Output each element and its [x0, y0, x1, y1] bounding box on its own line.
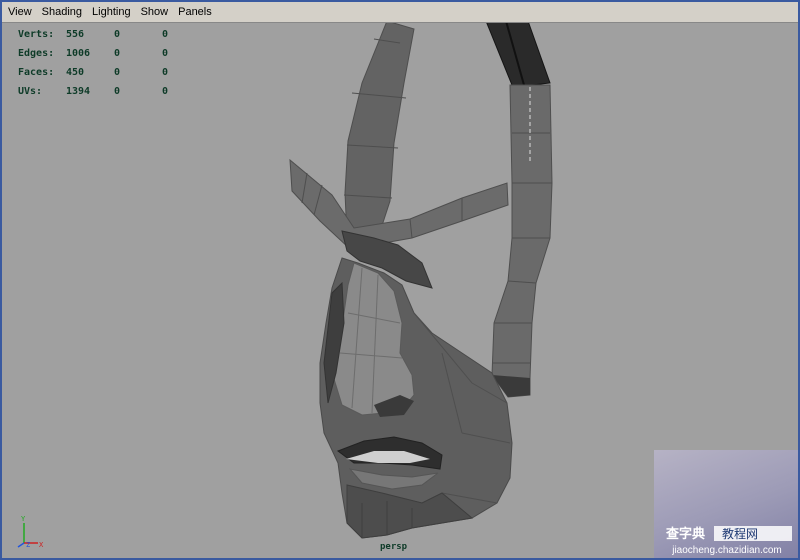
menu-show[interactable]: Show [136, 2, 174, 22]
hud-value: 0 [162, 29, 169, 40]
watermark-logo: 查字典 教程网 [666, 526, 792, 542]
mesh-strip-brow [289, 158, 509, 250]
hud-value: 1394 [66, 86, 91, 97]
hud-value: 0 [114, 67, 121, 78]
mesh-strip-right [491, 84, 553, 398]
menu-shading[interactable]: Shading [37, 2, 87, 22]
mesh-strip-right-top [486, 23, 551, 86]
hud-value: 556 [66, 29, 85, 40]
axis-y-label: Y [21, 515, 26, 523]
hud-row-faces: Faces: 450 0 0 [18, 63, 202, 82]
hud-label: UVs: [18, 86, 43, 97]
hud-value: 450 [66, 67, 85, 78]
hud-value: 0 [114, 29, 121, 40]
mesh-strip-left [344, 23, 415, 242]
camera-name-label: persp [380, 542, 408, 552]
menu-lighting[interactable]: Lighting [87, 2, 136, 22]
menu-view[interactable]: View [2, 2, 37, 22]
hud-label: Faces: [18, 67, 55, 78]
watermark-url: jiaocheng.chazidian.com [672, 545, 782, 556]
poly-count-hud: Verts: 556 0 0 Edges: 1006 0 0 Faces: 45… [18, 25, 202, 101]
svg-text:教程网: 教程网 [722, 526, 758, 541]
panel-menubar: View Shading Lighting Show Panels [2, 2, 798, 23]
hud-row-edges: Edges: 1006 0 0 [18, 44, 202, 63]
hud-row-uvs: UVs: 1394 0 0 [18, 82, 202, 101]
hud-value: 0 [162, 86, 169, 97]
axis-z-label: Z [26, 541, 30, 549]
hud-value: 0 [162, 48, 169, 59]
hud-value: 0 [114, 86, 121, 97]
hud-value: 0 [114, 48, 121, 59]
hud-label: Edges: [18, 48, 55, 59]
view-axis-icon: Y Z X [17, 515, 44, 549]
axis-x-label: X [39, 541, 44, 549]
hud-value: 0 [162, 67, 169, 78]
hud-label: Verts: [18, 29, 55, 40]
menu-panels[interactable]: Panels [173, 2, 217, 22]
hud-row-verts: Verts: 556 0 0 [18, 25, 202, 44]
hud-value: 1006 [66, 48, 91, 59]
svg-text:查字典: 查字典 [666, 526, 705, 542]
